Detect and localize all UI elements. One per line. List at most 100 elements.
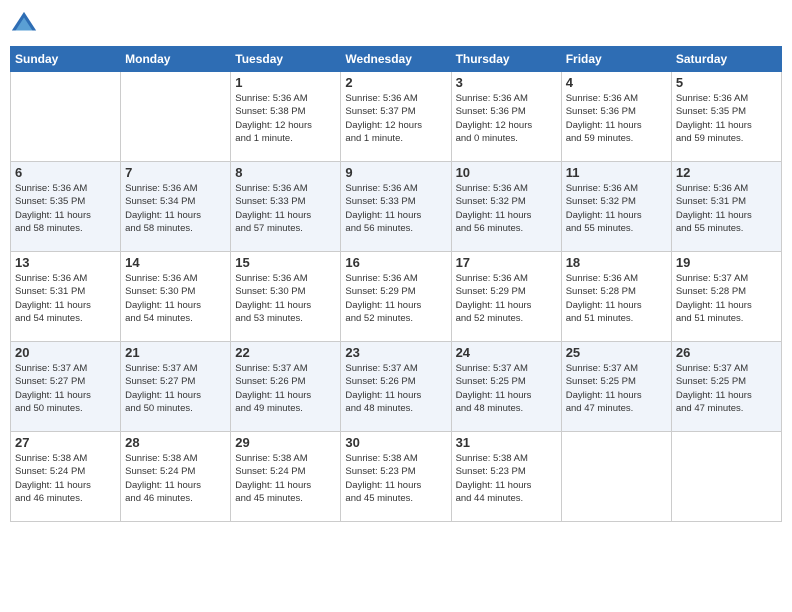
calendar-cell: 17 Sunrise: 5:36 AM Sunset: 5:29 PM Dayli… [451, 252, 561, 342]
logo [10, 10, 42, 38]
calendar-cell: 11 Sunrise: 5:36 AM Sunset: 5:32 PM Dayli… [561, 162, 671, 252]
day-info: Sunrise: 5:36 AM Sunset: 5:29 PM Dayligh… [456, 272, 557, 325]
calendar-cell: 2 Sunrise: 5:36 AM Sunset: 5:37 PM Daylig… [341, 72, 451, 162]
logo-icon [10, 10, 38, 38]
calendar-week-3: 13 Sunrise: 5:36 AM Sunset: 5:31 PM Dayli… [11, 252, 782, 342]
calendar-cell: 22 Sunrise: 5:37 AM Sunset: 5:26 PM Dayli… [231, 342, 341, 432]
header-row: SundayMondayTuesdayWednesdayThursdayFrid… [11, 47, 782, 72]
day-number: 31 [456, 435, 557, 450]
day-number: 22 [235, 345, 336, 360]
day-number: 12 [676, 165, 777, 180]
day-number: 1 [235, 75, 336, 90]
day-number: 14 [125, 255, 226, 270]
day-info: Sunrise: 5:36 AM Sunset: 5:29 PM Dayligh… [345, 272, 446, 325]
day-number: 6 [15, 165, 116, 180]
day-info: Sunrise: 5:37 AM Sunset: 5:27 PM Dayligh… [125, 362, 226, 415]
calendar-cell: 31 Sunrise: 5:38 AM Sunset: 5:23 PM Dayli… [451, 432, 561, 522]
day-number: 17 [456, 255, 557, 270]
day-info: Sunrise: 5:37 AM Sunset: 5:26 PM Dayligh… [345, 362, 446, 415]
day-number: 19 [676, 255, 777, 270]
day-number: 13 [15, 255, 116, 270]
day-info: Sunrise: 5:36 AM Sunset: 5:28 PM Dayligh… [566, 272, 667, 325]
day-number: 28 [125, 435, 226, 450]
calendar-cell [11, 72, 121, 162]
calendar-cell: 8 Sunrise: 5:36 AM Sunset: 5:33 PM Daylig… [231, 162, 341, 252]
day-info: Sunrise: 5:36 AM Sunset: 5:34 PM Dayligh… [125, 182, 226, 235]
day-info: Sunrise: 5:36 AM Sunset: 5:36 PM Dayligh… [566, 92, 667, 145]
day-number: 16 [345, 255, 446, 270]
calendar-cell: 13 Sunrise: 5:36 AM Sunset: 5:31 PM Dayli… [11, 252, 121, 342]
calendar-cell [121, 72, 231, 162]
calendar-cell: 12 Sunrise: 5:36 AM Sunset: 5:31 PM Dayli… [671, 162, 781, 252]
calendar-cell: 29 Sunrise: 5:38 AM Sunset: 5:24 PM Dayli… [231, 432, 341, 522]
calendar-cell: 1Sunrise: 5:36 AM Sunset: 5:38 PM Daylig… [231, 72, 341, 162]
column-header-tuesday: Tuesday [231, 47, 341, 72]
calendar-cell: 20Sunrise: 5:37 AM Sunset: 5:27 PM Dayli… [11, 342, 121, 432]
column-header-wednesday: Wednesday [341, 47, 451, 72]
day-number: 23 [345, 345, 446, 360]
day-info: Sunrise: 5:37 AM Sunset: 5:25 PM Dayligh… [456, 362, 557, 415]
day-number: 7 [125, 165, 226, 180]
calendar-cell: 7 Sunrise: 5:36 AM Sunset: 5:34 PM Daylig… [121, 162, 231, 252]
column-header-sunday: Sunday [11, 47, 121, 72]
day-number: 9 [345, 165, 446, 180]
day-info: Sunrise: 5:36 AM Sunset: 5:31 PM Dayligh… [15, 272, 116, 325]
day-info: Sunrise: 5:38 AM Sunset: 5:23 PM Dayligh… [456, 452, 557, 505]
day-number: 21 [125, 345, 226, 360]
column-header-monday: Monday [121, 47, 231, 72]
day-info: Sunrise: 5:37 AM Sunset: 5:25 PM Dayligh… [676, 362, 777, 415]
day-info: Sunrise: 5:36 AM Sunset: 5:35 PM Dayligh… [15, 182, 116, 235]
day-number: 25 [566, 345, 667, 360]
day-number: 11 [566, 165, 667, 180]
day-number: 4 [566, 75, 667, 90]
day-info: Sunrise: 5:38 AM Sunset: 5:24 PM Dayligh… [125, 452, 226, 505]
calendar-cell: 10Sunrise: 5:36 AM Sunset: 5:32 PM Dayli… [451, 162, 561, 252]
calendar-cell: 5 Sunrise: 5:36 AM Sunset: 5:35 PM Daylig… [671, 72, 781, 162]
column-header-thursday: Thursday [451, 47, 561, 72]
calendar-cell: 18 Sunrise: 5:36 AM Sunset: 5:28 PM Dayli… [561, 252, 671, 342]
day-info: Sunrise: 5:36 AM Sunset: 5:30 PM Dayligh… [125, 272, 226, 325]
day-number: 15 [235, 255, 336, 270]
day-number: 27 [15, 435, 116, 450]
page-header [10, 10, 782, 38]
day-number: 29 [235, 435, 336, 450]
day-info: Sunrise: 5:36 AM Sunset: 5:35 PM Dayligh… [676, 92, 777, 145]
calendar-cell: 15 Sunrise: 5:36 AM Sunset: 5:30 PM Dayli… [231, 252, 341, 342]
calendar-cell: 19 Sunrise: 5:37 AM Sunset: 5:28 PM Dayli… [671, 252, 781, 342]
day-number: 10 [456, 165, 557, 180]
calendar-cell: 9 Sunrise: 5:36 AM Sunset: 5:33 PM Daylig… [341, 162, 451, 252]
day-info: Sunrise: 5:36 AM Sunset: 5:31 PM Dayligh… [676, 182, 777, 235]
calendar-cell [671, 432, 781, 522]
day-info: Sunrise: 5:36 AM Sunset: 5:33 PM Dayligh… [235, 182, 336, 235]
calendar-week-4: 20Sunrise: 5:37 AM Sunset: 5:27 PM Dayli… [11, 342, 782, 432]
day-info: Sunrise: 5:37 AM Sunset: 5:28 PM Dayligh… [676, 272, 777, 325]
day-info: Sunrise: 5:38 AM Sunset: 5:24 PM Dayligh… [235, 452, 336, 505]
calendar-cell: 14 Sunrise: 5:36 AM Sunset: 5:30 PM Dayli… [121, 252, 231, 342]
day-info: Sunrise: 5:38 AM Sunset: 5:24 PM Dayligh… [15, 452, 116, 505]
calendar-cell: 4 Sunrise: 5:36 AM Sunset: 5:36 PM Daylig… [561, 72, 671, 162]
day-info: Sunrise: 5:36 AM Sunset: 5:30 PM Dayligh… [235, 272, 336, 325]
day-number: 5 [676, 75, 777, 90]
day-info: Sunrise: 5:37 AM Sunset: 5:27 PM Dayligh… [15, 362, 116, 415]
calendar-cell: 30 Sunrise: 5:38 AM Sunset: 5:23 PM Dayli… [341, 432, 451, 522]
day-info: Sunrise: 5:37 AM Sunset: 5:26 PM Dayligh… [235, 362, 336, 415]
day-number: 30 [345, 435, 446, 450]
calendar-week-5: 27 Sunrise: 5:38 AM Sunset: 5:24 PM Dayli… [11, 432, 782, 522]
day-info: Sunrise: 5:36 AM Sunset: 5:37 PM Dayligh… [345, 92, 446, 145]
day-info: Sunrise: 5:36 AM Sunset: 5:32 PM Dayligh… [566, 182, 667, 235]
calendar-cell: 16 Sunrise: 5:36 AM Sunset: 5:29 PM Dayli… [341, 252, 451, 342]
calendar-cell: 26 Sunrise: 5:37 AM Sunset: 5:25 PM Dayli… [671, 342, 781, 432]
day-info: Sunrise: 5:38 AM Sunset: 5:23 PM Dayligh… [345, 452, 446, 505]
day-info: Sunrise: 5:36 AM Sunset: 5:36 PM Dayligh… [456, 92, 557, 145]
calendar-cell: 25Sunrise: 5:37 AM Sunset: 5:25 PM Dayli… [561, 342, 671, 432]
day-number: 18 [566, 255, 667, 270]
calendar-cell [561, 432, 671, 522]
column-header-saturday: Saturday [671, 47, 781, 72]
day-number: 8 [235, 165, 336, 180]
day-info: Sunrise: 5:36 AM Sunset: 5:33 PM Dayligh… [345, 182, 446, 235]
day-number: 2 [345, 75, 446, 90]
calendar-week-1: 1Sunrise: 5:36 AM Sunset: 5:38 PM Daylig… [11, 72, 782, 162]
day-number: 26 [676, 345, 777, 360]
calendar-cell: 23 Sunrise: 5:37 AM Sunset: 5:26 PM Dayli… [341, 342, 451, 432]
calendar-cell: 28 Sunrise: 5:38 AM Sunset: 5:24 PM Dayli… [121, 432, 231, 522]
